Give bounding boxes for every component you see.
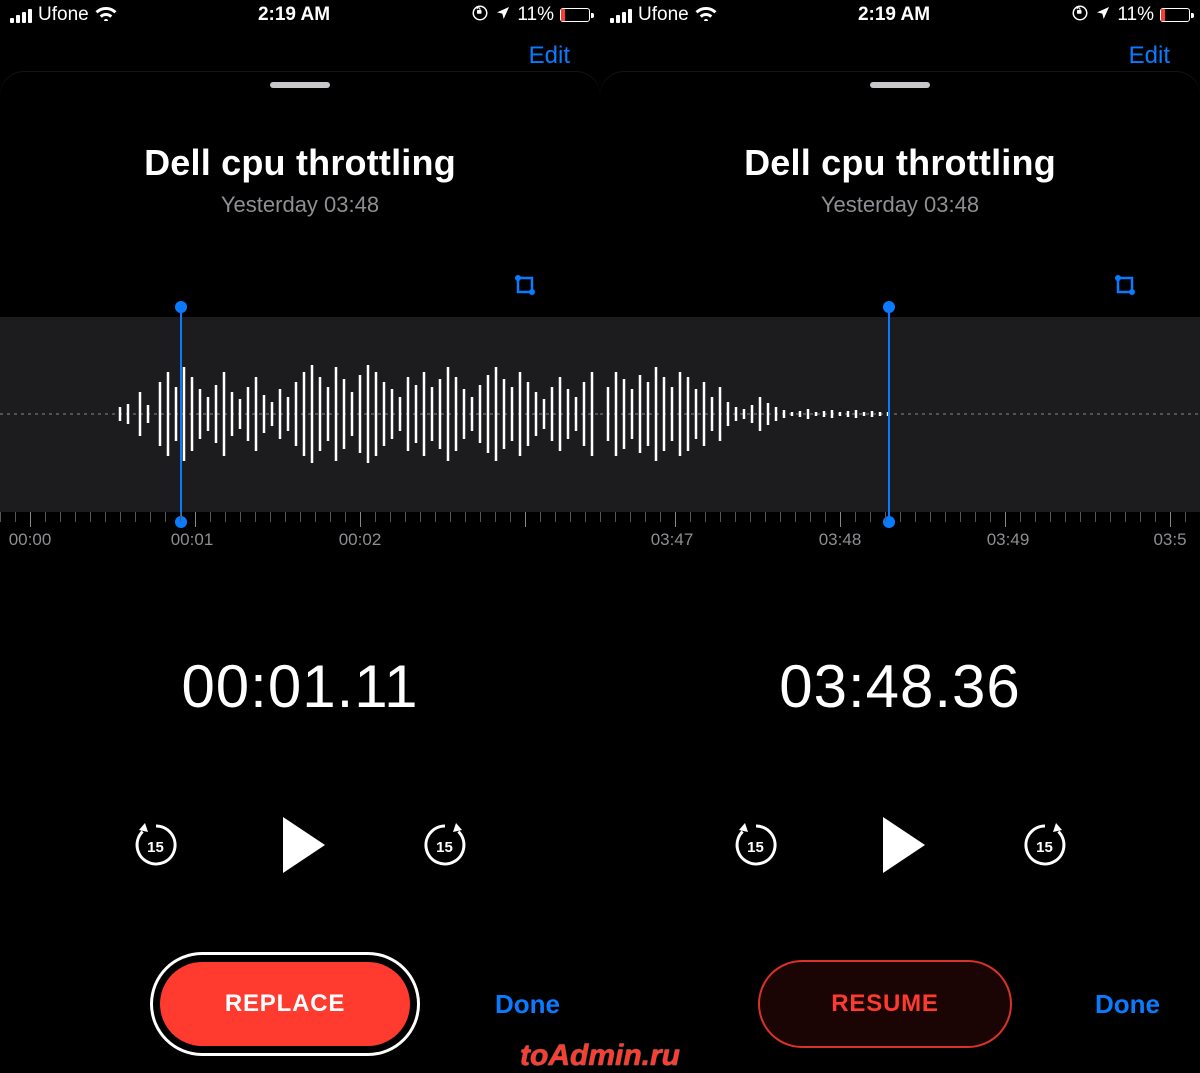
sheet-grabber[interactable] bbox=[870, 82, 930, 88]
recording-title: Dell cpu throttling bbox=[600, 142, 1200, 184]
waveform-area[interactable] bbox=[600, 317, 1200, 512]
skip-back-15-button[interactable]: 15 bbox=[131, 820, 181, 870]
skip-forward-15-button[interactable]: 15 bbox=[1020, 820, 1070, 870]
playhead[interactable] bbox=[180, 307, 182, 522]
play-button[interactable] bbox=[883, 817, 925, 873]
carrier-label: Ufone bbox=[38, 4, 89, 26]
tick-label: 03:47 bbox=[651, 530, 694, 550]
status-bar: Ufone 2:19 AM 11% bbox=[600, 0, 1200, 30]
tick-label: 03:49 bbox=[987, 530, 1030, 550]
status-bar: Ufone 2:19 AM 11% bbox=[0, 0, 600, 30]
waveform bbox=[600, 317, 1200, 512]
screen-right: Ufone 2:19 AM 11% Edit Dell cpu throttli… bbox=[600, 0, 1200, 1067]
battery-icon bbox=[560, 8, 590, 22]
tick-label: 03:48 bbox=[819, 530, 862, 550]
editor-sheet: Dell cpu throttling Yesterday 03:48 bbox=[600, 72, 1200, 1067]
trim-icon[interactable] bbox=[512, 272, 542, 302]
waveform bbox=[0, 317, 600, 512]
edit-link[interactable]: Edit bbox=[1129, 42, 1170, 70]
recording-subtitle: Yesterday 03:48 bbox=[600, 192, 1200, 218]
tick-label: 00:00 bbox=[9, 530, 52, 550]
playhead[interactable] bbox=[888, 307, 890, 522]
elapsed-time: 00:01.11 bbox=[0, 652, 600, 721]
status-time: 2:19 AM bbox=[858, 4, 930, 26]
skip-forward-15-button[interactable]: 15 bbox=[420, 820, 470, 870]
carrier-label: Ufone bbox=[638, 4, 689, 26]
battery-pct: 11% bbox=[517, 4, 554, 26]
trim-icon[interactable] bbox=[1112, 272, 1142, 302]
signal-icon bbox=[610, 7, 632, 23]
editor-sheet: Dell cpu throttling Yesterday 03:48 bbox=[0, 72, 600, 1067]
wifi-icon bbox=[695, 4, 717, 27]
done-button[interactable]: Done bbox=[495, 989, 560, 1020]
watermark: toAdmin.ru bbox=[520, 1039, 680, 1073]
waveform-area[interactable] bbox=[0, 317, 600, 512]
done-button[interactable]: Done bbox=[1095, 989, 1160, 1020]
tick-label: 03:5 bbox=[1153, 530, 1186, 550]
wifi-icon bbox=[95, 4, 117, 27]
timeline-ruler[interactable]: 03:47 03:48 03:49 03:5 bbox=[600, 512, 1200, 564]
recording-subtitle: Yesterday 03:48 bbox=[0, 192, 600, 218]
battery-icon bbox=[1160, 8, 1190, 22]
play-button[interactable] bbox=[283, 817, 325, 873]
replace-button[interactable]: REPLACE bbox=[160, 962, 410, 1046]
location-icon bbox=[1095, 5, 1111, 26]
status-time: 2:19 AM bbox=[258, 4, 330, 26]
signal-icon bbox=[10, 7, 32, 23]
tick-label: 00:02 bbox=[339, 530, 382, 550]
elapsed-time: 03:48.36 bbox=[600, 652, 1200, 721]
edit-link[interactable]: Edit bbox=[529, 42, 570, 70]
location-icon bbox=[495, 5, 511, 26]
screen-left: Ufone 2:19 AM 11% Edit Dell cpu throttli… bbox=[0, 0, 600, 1067]
rotation-lock-icon bbox=[471, 4, 489, 27]
rotation-lock-icon bbox=[1071, 4, 1089, 27]
resume-button[interactable]: RESUME bbox=[760, 962, 1010, 1046]
recording-title: Dell cpu throttling bbox=[0, 142, 600, 184]
sheet-grabber[interactable] bbox=[270, 82, 330, 88]
battery-pct: 11% bbox=[1117, 4, 1154, 26]
tick-label: 00:01 bbox=[171, 530, 214, 550]
timeline-ruler[interactable]: 00:00 00:01 00:02 bbox=[0, 512, 600, 564]
skip-back-15-button[interactable]: 15 bbox=[731, 820, 781, 870]
